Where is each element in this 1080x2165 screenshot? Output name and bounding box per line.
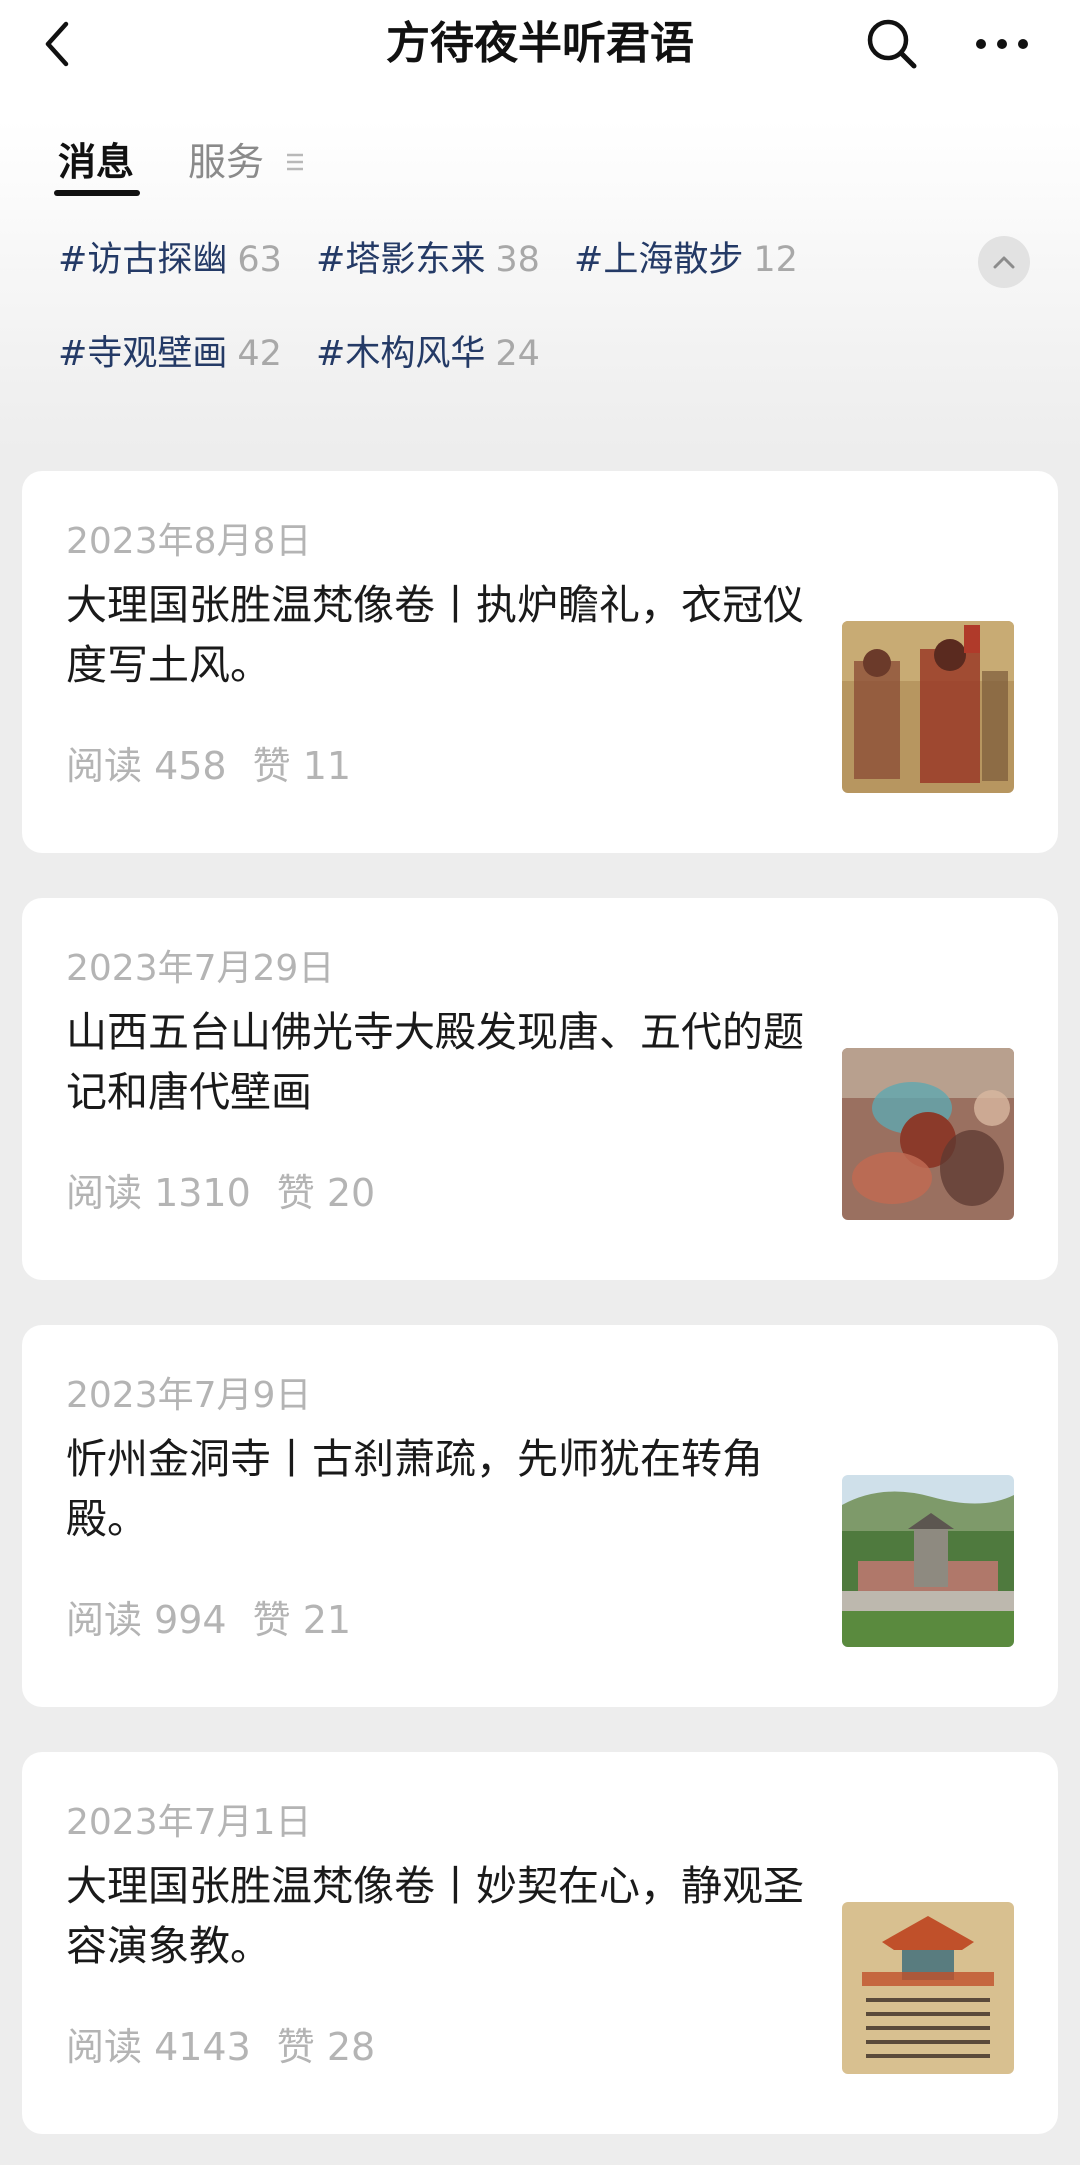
hashtag-item[interactable]: #上海散步 12 xyxy=(574,236,798,284)
article-card[interactable]: 2023年7月1日 大理国张胜温梵像卷丨妙契在心，静观圣容演象教。 阅读 414… xyxy=(22,1752,1058,2134)
article-card[interactable]: 2023年7月9日 忻州金洞寺丨古刹萧疏，先师犹在转角殿。 阅读 994 赞 21 xyxy=(22,1325,1058,1707)
article-date: 2023年7月9日 xyxy=(66,1375,312,1416)
read-count: 阅读 1310 xyxy=(66,1171,251,1215)
read-count: 阅读 458 xyxy=(66,744,227,788)
article-thumbnail xyxy=(842,1902,1014,2074)
article-title: 山西五台山佛光寺大殿发现唐、五代的题记和唐代壁画 xyxy=(66,1008,804,1116)
tab-messages-label: 消息 xyxy=(58,140,135,184)
back-button[interactable] xyxy=(30,14,84,74)
hashtag-item[interactable]: #访古探幽 63 xyxy=(58,236,282,284)
hashtag-item[interactable]: #木构风华 24 xyxy=(316,330,540,378)
like-count: 赞 11 xyxy=(252,744,352,788)
menu-icon xyxy=(287,153,304,170)
read-count: 阅读 4143 xyxy=(66,2025,251,2069)
hashtag-name: #塔影东来 xyxy=(316,240,486,280)
tab-services-label: 服务 xyxy=(188,140,265,184)
article-stats: 阅读 4143 赞 28 xyxy=(66,2022,375,2072)
tab-services[interactable]: 服务 xyxy=(188,132,304,192)
article-date: 2023年7月29日 xyxy=(66,948,335,989)
collapse-tags-button[interactable] xyxy=(978,236,1030,288)
like-count: 赞 20 xyxy=(276,1171,376,1215)
article-date: 2023年8月8日 xyxy=(66,521,312,562)
tab-messages[interactable]: 消息 xyxy=(54,132,140,196)
hashtag-count: 42 xyxy=(237,334,282,374)
hashtag-item[interactable]: #寺观壁画 42 xyxy=(58,330,282,378)
search-button[interactable] xyxy=(862,14,922,74)
read-count: 阅读 994 xyxy=(66,1598,227,1642)
article-date: 2023年7月1日 xyxy=(66,1802,312,1843)
article-stats: 阅读 1310 赞 20 xyxy=(66,1168,375,1218)
hashtag-count: 12 xyxy=(753,240,798,280)
hashtag-count: 24 xyxy=(495,334,540,374)
article-card[interactable]: 2023年7月29日 山西五台山佛光寺大殿发现唐、五代的题记和唐代壁画 阅读 1… xyxy=(22,898,1058,1280)
more-dots-icon xyxy=(976,39,1028,49)
hashtag-name: #木构风华 xyxy=(316,334,486,374)
page-title: 方待夜半听君语 xyxy=(386,18,694,69)
like-count: 赞 21 xyxy=(252,1598,352,1642)
article-title: 忻州金洞寺丨古刹萧疏，先师犹在转角殿。 xyxy=(66,1435,763,1543)
hashtag-name: #寺观壁画 xyxy=(58,334,228,374)
hashtag-name: #上海散步 xyxy=(574,240,744,280)
nav-bar: 方待夜半听君语 xyxy=(0,0,1080,90)
hashtag-list: #访古探幽 63 #塔影东来 38 #上海散步 12 #寺观壁画 42 #木构风华 24 xyxy=(58,236,1018,386)
hashtag-item[interactable]: #塔影东来 38 xyxy=(316,236,540,284)
article-thumbnail xyxy=(842,1475,1014,1647)
like-count: 赞 28 xyxy=(276,2025,376,2069)
chevron-up-icon xyxy=(993,256,1015,269)
hashtag-count: 63 xyxy=(237,240,282,280)
active-tab-indicator xyxy=(54,190,140,196)
chevron-left-icon xyxy=(45,21,69,67)
more-button[interactable] xyxy=(970,14,1034,74)
article-title: 大理国张胜温梵像卷丨执炉瞻礼，衣冠仪度写土风。 xyxy=(66,581,804,689)
hashtag-name: #访古探幽 xyxy=(58,240,228,280)
search-icon xyxy=(867,19,917,69)
article-thumbnail xyxy=(842,1048,1014,1220)
article-stats: 阅读 994 赞 21 xyxy=(66,1595,351,1645)
hashtag-count: 38 xyxy=(495,240,540,280)
article-thumbnail xyxy=(842,621,1014,793)
article-card[interactable]: 2023年8月8日 大理国张胜温梵像卷丨执炉瞻礼，衣冠仪度写土风。 阅读 458… xyxy=(22,471,1058,853)
article-title: 大理国张胜温梵像卷丨妙契在心，静观圣容演象教。 xyxy=(66,1862,804,1970)
article-stats: 阅读 458 赞 11 xyxy=(66,741,351,791)
